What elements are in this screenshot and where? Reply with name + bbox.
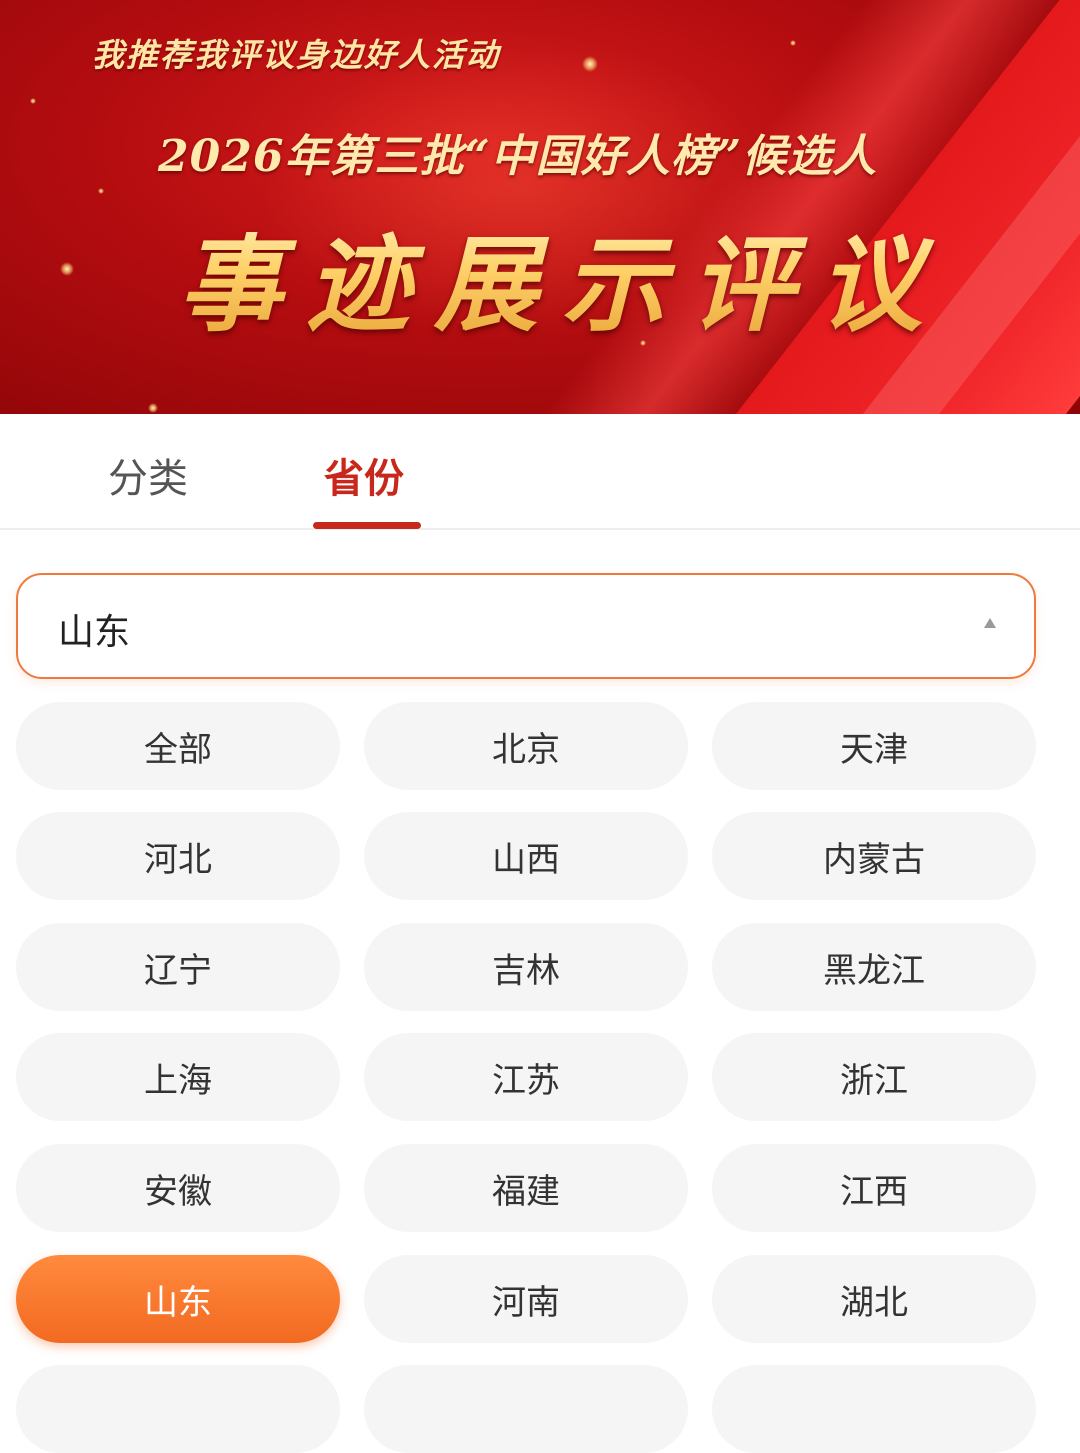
- province-option[interactable]: 吉林: [364, 923, 688, 1011]
- province-option[interactable]: 内蒙古: [712, 812, 1036, 900]
- tab-category[interactable]: 分类: [108, 446, 188, 504]
- tab-active-indicator: [313, 522, 421, 529]
- banner-text: 我推荐我评议身边好人活动 2026年第三批“中国好人榜”候选人 事迹展示评议: [0, 0, 1080, 414]
- province-option[interactable]: 山西: [364, 812, 688, 900]
- province-option[interactable]: 浙江: [712, 1033, 1036, 1121]
- province-option[interactable]: 上海: [16, 1033, 340, 1121]
- province-option[interactable]: 江西: [712, 1144, 1036, 1232]
- caret-up-icon: [984, 618, 996, 628]
- province-option-partial[interactable]: [16, 1365, 340, 1453]
- province-option[interactable]: 天津: [712, 702, 1036, 790]
- province-option[interactable]: 江苏: [364, 1033, 688, 1121]
- province-option-selected[interactable]: 山东: [16, 1255, 340, 1343]
- province-option[interactable]: 安徽: [16, 1144, 340, 1232]
- province-option[interactable]: 北京: [364, 702, 688, 790]
- banner-title: 事迹展示评议: [178, 200, 946, 351]
- province-option[interactable]: 河南: [364, 1255, 688, 1343]
- banner-subtitle: 2026年第三批“中国好人榜”候选人: [158, 131, 878, 182]
- banner-tagline: 我推荐我评议身边好人活动: [92, 36, 501, 74]
- tab-province[interactable]: 省份: [324, 446, 404, 504]
- province-option[interactable]: 福建: [364, 1144, 688, 1232]
- province-option-partial[interactable]: [712, 1365, 1036, 1453]
- province-option[interactable]: 黑龙江: [712, 923, 1036, 1011]
- province-option[interactable]: 辽宁: [16, 923, 340, 1011]
- province-select-value: 山东: [58, 612, 131, 653]
- province-option-partial[interactable]: [364, 1365, 688, 1453]
- province-option[interactable]: 全部: [16, 702, 340, 790]
- province-select[interactable]: 山东: [16, 573, 1036, 679]
- tab-bar: 分类 省份: [0, 414, 1080, 530]
- banner: 我推荐我评议身边好人活动 2026年第三批“中国好人榜”候选人 事迹展示评议: [0, 0, 1080, 414]
- province-option[interactable]: 河北: [16, 812, 340, 900]
- province-option[interactable]: 湖北: [712, 1255, 1036, 1343]
